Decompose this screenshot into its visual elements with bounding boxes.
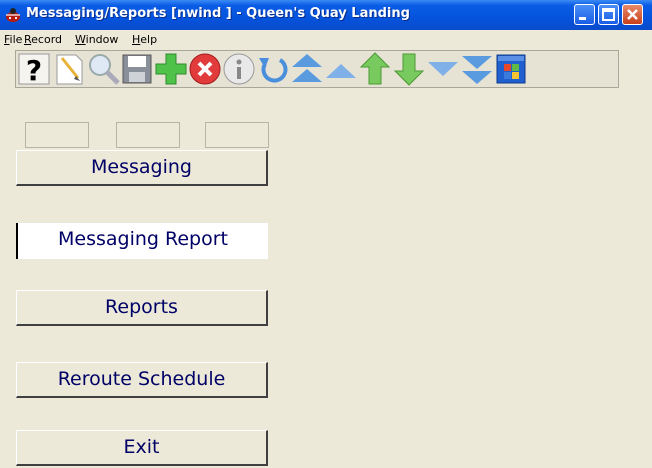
menu-record[interactable]: Record — [24, 33, 62, 46]
minimize-icon — [579, 17, 586, 20]
undo-icon — [259, 58, 288, 83]
toolbar-new-button[interactable] — [52, 52, 86, 86]
toolbar-next-page-button[interactable] — [426, 52, 460, 86]
menu-file-label: ile — [9, 33, 23, 46]
toolbar-add-button[interactable] — [154, 52, 188, 86]
reports-button[interactable]: Reports — [16, 290, 268, 326]
menu-bar: File Record Window Help — [0, 30, 652, 49]
window-title: Messaging/Reports [nwind ] - Queen's Qua… — [26, 6, 410, 21]
toolbar-previous-page-button[interactable] — [324, 52, 358, 86]
minimize-button[interactable] — [574, 4, 595, 25]
next-record-icon — [393, 53, 425, 86]
menu-help[interactable]: Help — [132, 33, 157, 46]
find-icon — [89, 54, 120, 85]
reroute-schedule-button[interactable]: Reroute Schedule — [16, 362, 268, 398]
menu-record-label: ecord — [31, 33, 63, 46]
close-icon — [627, 9, 638, 20]
toolbar-windows-button[interactable] — [494, 52, 528, 86]
windows-icon — [496, 54, 526, 84]
help-icon: ? — [18, 53, 50, 86]
toolbar-find-button[interactable] — [86, 52, 120, 86]
toolbar-last-record-button[interactable] — [460, 52, 494, 86]
previous-page-icon — [326, 64, 356, 78]
add-icon — [155, 53, 187, 85]
menu-window[interactable]: Window — [75, 33, 118, 46]
toolbar-previous-record-button[interactable] — [358, 52, 392, 86]
status-field-2 — [116, 122, 180, 148]
toolbar-next-record-button[interactable] — [392, 52, 426, 86]
save-icon — [122, 54, 152, 84]
svg-text:?: ? — [26, 54, 42, 86]
menu-help-label: elp — [140, 33, 158, 46]
ladybug-app-icon — [6, 8, 20, 22]
toolbar: ? — [15, 50, 619, 88]
maximize-icon — [602, 8, 615, 21]
next-page-icon — [428, 62, 458, 76]
delete-icon — [189, 53, 221, 85]
new-icon — [56, 54, 83, 85]
toolbar-help-button[interactable]: ? — [17, 52, 51, 86]
messaging-report-button[interactable]: Messaging Report — [16, 223, 268, 259]
close-button[interactable] — [622, 4, 643, 25]
previous-record-icon — [359, 52, 391, 85]
exit-button[interactable]: Exit — [16, 430, 268, 466]
last-record-icon — [462, 56, 492, 84]
status-field-1 — [25, 122, 89, 148]
maximize-button[interactable] — [598, 4, 619, 25]
toolbar-delete-button[interactable] — [188, 52, 222, 86]
first-record-icon — [292, 54, 322, 82]
status-field-3 — [205, 122, 269, 148]
toolbar-info-button[interactable] — [222, 52, 256, 86]
title-bar[interactable]: Messaging/Reports [nwind ] - Queen's Qua… — [0, 0, 652, 30]
menu-file[interactable]: File — [4, 33, 22, 46]
menu-window-mnemonic: W — [75, 33, 86, 46]
messaging-button[interactable]: Messaging — [16, 150, 268, 186]
toolbar-first-record-button[interactable] — [290, 52, 324, 86]
info-icon — [223, 53, 255, 85]
menu-window-label: indow — [85, 33, 119, 46]
toolbar-undo-button[interactable] — [256, 52, 290, 86]
toolbar-save-button[interactable] — [120, 52, 154, 86]
